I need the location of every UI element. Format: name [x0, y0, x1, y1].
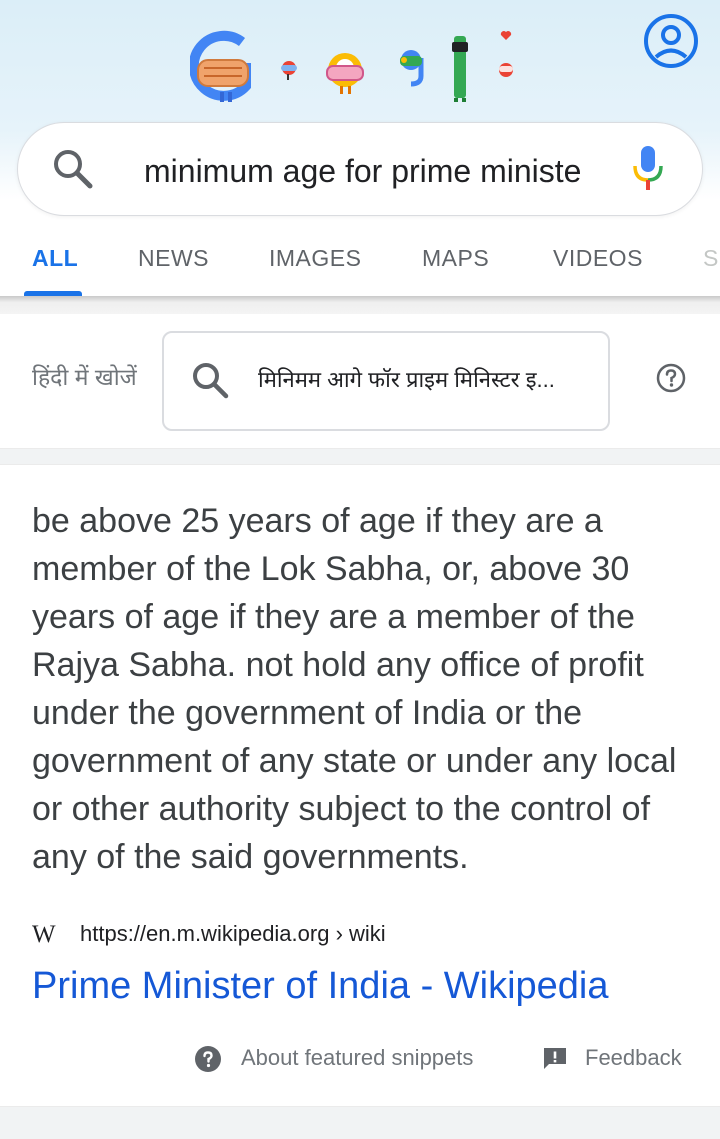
section-divider	[0, 1106, 720, 1139]
help-circle-icon[interactable]	[655, 362, 687, 394]
result-url[interactable]: https://en.m.wikipedia.org › wiki	[80, 918, 386, 950]
microphone-icon[interactable]	[630, 144, 666, 192]
help-filled-icon[interactable]	[194, 1045, 222, 1073]
tab-all[interactable]: ALL	[32, 238, 78, 278]
tab-shopping-partial[interactable]: S	[703, 238, 719, 278]
search-input[interactable]: minimum age for prime ministe	[144, 150, 586, 192]
result-title-link[interactable]: Prime Minister of India - Wikipedia	[32, 958, 609, 1014]
about-featured-snippets-link[interactable]: About featured snippets	[241, 1042, 473, 1074]
tabs-divider	[0, 296, 720, 314]
hindi-search-label: हिंदी में खोजें	[32, 364, 137, 390]
snippet-footer: About featured snippets Feedback	[0, 1038, 720, 1078]
search-icon[interactable]	[50, 146, 94, 190]
feedback-link[interactable]: Feedback	[585, 1042, 682, 1074]
tab-videos[interactable]: VIDEOS	[553, 238, 643, 278]
account-circle-icon[interactable]	[642, 12, 700, 70]
search-icon	[193, 363, 229, 399]
search-tabs: ALL NEWS IMAGES MAPS VIDEOS S	[0, 238, 720, 296]
tab-news[interactable]: NEWS	[138, 238, 209, 278]
wikipedia-logo-icon: W	[32, 921, 56, 948]
feedback-icon[interactable]	[541, 1045, 569, 1073]
hindi-query[interactable]: मिनिमम आगे फॉर प्राइम मिनिस्टर इ...	[258, 364, 578, 396]
section-divider	[0, 448, 720, 465]
tab-images[interactable]: IMAGES	[269, 238, 361, 278]
tab-maps[interactable]: MAPS	[422, 238, 489, 278]
google-doodle-logo[interactable]	[190, 28, 530, 108]
featured-snippet-text: be above 25 years of age if they are a m…	[32, 502, 677, 876]
